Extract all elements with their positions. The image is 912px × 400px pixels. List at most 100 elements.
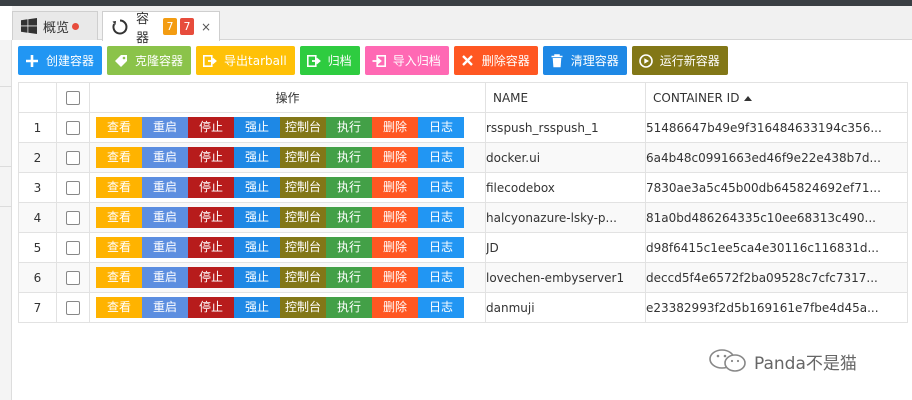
restart-button[interactable]: 重启 xyxy=(142,147,188,168)
row-checkbox[interactable] xyxy=(66,120,80,135)
row-index: 6 xyxy=(18,262,57,293)
windows-icon xyxy=(21,18,37,34)
delete-button[interactable]: 删除 xyxy=(372,117,418,138)
view-button[interactable]: 查看 xyxy=(96,177,142,198)
table-row[interactable]: 4 查看 重启 停止 强止 控制台 执行 删除 日志 halcyonazure-lsky-p...… xyxy=(18,202,908,233)
row-actions: 查看 重启 停止 强止 控制台 执行 删除 日志 xyxy=(89,232,486,263)
tab-overview[interactable]: 概览 xyxy=(12,11,98,40)
view-button[interactable]: 查看 xyxy=(96,237,142,258)
view-button[interactable]: 查看 xyxy=(96,297,142,318)
row-checkbox[interactable] xyxy=(66,210,80,225)
restart-button[interactable]: 重启 xyxy=(142,237,188,258)
view-button[interactable]: 查看 xyxy=(96,147,142,168)
exec-button[interactable]: 执行 xyxy=(326,237,372,258)
kill-button[interactable]: 强止 xyxy=(234,297,280,318)
create-container-label: 创建容器 xyxy=(46,54,95,68)
export-tarball-button[interactable]: 导出tarball xyxy=(196,46,295,75)
restart-button[interactable]: 重启 xyxy=(142,117,188,138)
clone-container-button[interactable]: 克隆容器 xyxy=(107,46,192,75)
console-button[interactable]: 控制台 xyxy=(280,297,326,318)
exec-button[interactable]: 执行 xyxy=(326,147,372,168)
stop-button[interactable]: 停止 xyxy=(188,177,234,198)
exec-button[interactable]: 执行 xyxy=(326,117,372,138)
view-button[interactable]: 查看 xyxy=(96,117,142,138)
row-index: 2 xyxy=(18,142,57,173)
container-id: 81a0bd486264335c10ee68313c490... xyxy=(645,202,908,233)
logs-button[interactable]: 日志 xyxy=(418,147,464,168)
import-archive-button[interactable]: 导入归档 xyxy=(364,46,449,75)
row-checkbox[interactable] xyxy=(66,180,80,195)
refresh-icon xyxy=(111,18,129,36)
prune-containers-button[interactable]: 清理容器 xyxy=(542,46,627,75)
row-index: 4 xyxy=(18,202,57,233)
row-checkbox[interactable] xyxy=(66,240,80,255)
console-button[interactable]: 控制台 xyxy=(280,267,326,288)
name-header-label: NAME xyxy=(493,90,529,105)
container-id-header[interactable]: CONTAINER ID xyxy=(645,82,908,113)
delete-button[interactable]: 删除 xyxy=(372,267,418,288)
table-row[interactable]: 7 查看 重启 停止 强止 控制台 执行 删除 日志 danmuji e23382993f2d5b1… xyxy=(18,292,908,323)
console-button[interactable]: 控制台 xyxy=(280,147,326,168)
table-row[interactable]: 2 查看 重启 停止 强止 控制台 执行 删除 日志 docker.ui 6a4b48c099166… xyxy=(18,142,908,173)
exec-button[interactable]: 执行 xyxy=(326,177,372,198)
delete-button[interactable]: 删除 xyxy=(372,177,418,198)
delete-button[interactable]: 删除 xyxy=(372,147,418,168)
restart-button[interactable]: 重启 xyxy=(142,297,188,318)
restart-button[interactable]: 重启 xyxy=(142,267,188,288)
kill-button[interactable]: 强止 xyxy=(234,207,280,228)
kill-button[interactable]: 强止 xyxy=(234,147,280,168)
row-checkbox[interactable] xyxy=(66,270,80,285)
kill-button[interactable]: 强止 xyxy=(234,237,280,258)
logs-button[interactable]: 日志 xyxy=(418,267,464,288)
exec-button[interactable]: 执行 xyxy=(326,297,372,318)
stop-button[interactable]: 停止 xyxy=(188,117,234,138)
console-button[interactable]: 控制台 xyxy=(280,207,326,228)
tab-containers[interactable]: 容器 7 7 × xyxy=(102,11,220,46)
delete-button[interactable]: 删除 xyxy=(372,237,418,258)
name-header[interactable]: NAME xyxy=(485,82,646,113)
delete-button[interactable]: 删除 xyxy=(372,207,418,228)
restart-button[interactable]: 重启 xyxy=(142,177,188,198)
table-row[interactable]: 1 查看 重启 停止 强止 控制台 执行 删除 日志 rsspush_rsspush_1 51486… xyxy=(18,112,908,143)
table-row[interactable]: 6 查看 重启 停止 强止 控制台 执行 删除 日志 lovechen-embyserver1 de… xyxy=(18,262,908,293)
delete-container-button[interactable]: 删除容器 xyxy=(453,46,538,75)
exec-button[interactable]: 执行 xyxy=(326,207,372,228)
close-tab-icon[interactable]: × xyxy=(201,20,211,34)
exec-button[interactable]: 执行 xyxy=(326,267,372,288)
restart-button[interactable]: 重启 xyxy=(142,207,188,228)
logs-button[interactable]: 日志 xyxy=(418,177,464,198)
wechat-icon xyxy=(708,348,748,374)
console-button[interactable]: 控制台 xyxy=(280,237,326,258)
logs-button[interactable]: 日志 xyxy=(418,207,464,228)
row-checkbox[interactable] xyxy=(66,300,80,315)
logs-button[interactable]: 日志 xyxy=(418,297,464,318)
container-id: 6a4b48c0991663ed46f9e22e438b7d... xyxy=(645,142,908,173)
stop-button[interactable]: 停止 xyxy=(188,267,234,288)
stop-button[interactable]: 停止 xyxy=(188,147,234,168)
console-button[interactable]: 控制台 xyxy=(280,117,326,138)
table-row[interactable]: 5 查看 重启 停止 强止 控制台 执行 删除 日志 JD d98f6415c1ee5ca4e301… xyxy=(18,232,908,263)
delete-button[interactable]: 删除 xyxy=(372,297,418,318)
export-icon xyxy=(203,54,217,68)
kill-button[interactable]: 强止 xyxy=(234,177,280,198)
select-all-cell xyxy=(56,82,90,113)
container-id: e23382993f2d5b169161e7fbe4d45a... xyxy=(645,292,908,323)
select-all-checkbox[interactable] xyxy=(66,90,80,105)
stop-button[interactable]: 停止 xyxy=(188,207,234,228)
archive-button[interactable]: 归档 xyxy=(299,46,360,75)
row-checkbox[interactable] xyxy=(66,150,80,165)
logs-button[interactable]: 日志 xyxy=(418,117,464,138)
stop-button[interactable]: 停止 xyxy=(188,297,234,318)
container-id-header-label: CONTAINER ID xyxy=(653,90,740,105)
kill-button[interactable]: 强止 xyxy=(234,117,280,138)
stop-button[interactable]: 停止 xyxy=(188,237,234,258)
run-new-container-button[interactable]: 运行新容器 xyxy=(631,46,728,75)
unsaved-dot xyxy=(72,22,80,30)
table-row[interactable]: 3 查看 重启 停止 强止 控制台 执行 删除 日志 filecodebox 7830ae3a5c4… xyxy=(18,172,908,203)
view-button[interactable]: 查看 xyxy=(96,207,142,228)
console-button[interactable]: 控制台 xyxy=(280,177,326,198)
view-button[interactable]: 查看 xyxy=(96,267,142,288)
kill-button[interactable]: 强止 xyxy=(234,267,280,288)
logs-button[interactable]: 日志 xyxy=(418,237,464,258)
create-container-button[interactable]: 创建容器 xyxy=(18,46,103,75)
